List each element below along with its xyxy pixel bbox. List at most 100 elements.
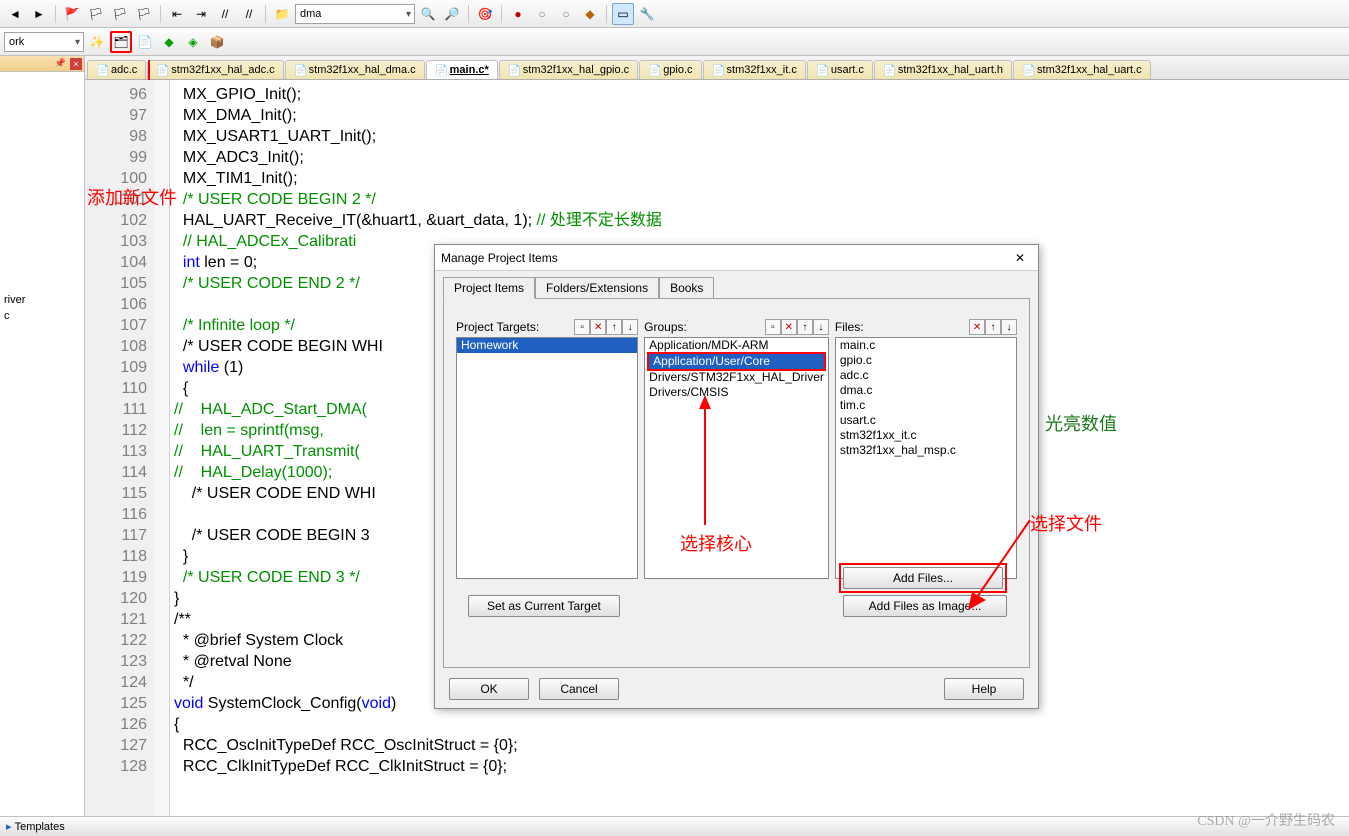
- set-current-target-button[interactable]: Set as Current Target: [468, 595, 620, 617]
- list-item[interactable]: dma.c: [836, 383, 1016, 398]
- list-item[interactable]: adc.c: [836, 368, 1016, 383]
- flag2-icon[interactable]: 🏳: [109, 3, 131, 25]
- annotation-light-value: 光亮数值: [1045, 410, 1117, 436]
- outdent-icon[interactable]: ⇥: [190, 3, 212, 25]
- list-item[interactable]: Drivers/STM32F1xx_HAL_Driver: [645, 370, 828, 385]
- debug-icon[interactable]: 🎯: [474, 3, 496, 25]
- list-item[interactable]: main.c: [836, 338, 1016, 353]
- tab-hal-gpio[interactable]: 📄stm32f1xx_hal_gpio.c: [499, 60, 638, 79]
- batch-icon[interactable]: ◈: [182, 31, 204, 53]
- tab-hal-uart-h[interactable]: 📄stm32f1xx_hal_uart.h: [874, 60, 1012, 79]
- manage-project-items-icon[interactable]: 🗂: [110, 31, 132, 53]
- bp-icon[interactable]: ●: [507, 3, 529, 25]
- dialog-tab-books[interactable]: Books: [659, 277, 714, 299]
- list-item[interactable]: gpio.c: [836, 353, 1016, 368]
- rebuild-icon[interactable]: ◆: [158, 31, 180, 53]
- dialog-tabs: Project Items Folders/Extensions Books: [435, 271, 1038, 299]
- tree-item[interactable]: c: [0, 308, 84, 324]
- project-sidebar: 📌 × river c: [0, 56, 85, 816]
- tab-gpio[interactable]: 📄gpio.c: [639, 60, 701, 79]
- del-group-icon[interactable]: ✕: [781, 319, 797, 335]
- tab-hal-uart-c[interactable]: 📄stm32f1xx_hal_uart.c: [1013, 60, 1151, 79]
- panel-files-label: Files:: [835, 320, 864, 334]
- help-button[interactable]: Help: [944, 678, 1024, 700]
- del-target-icon[interactable]: ✕: [590, 319, 606, 335]
- down-target-icon[interactable]: ↓: [622, 319, 638, 335]
- indent-icon[interactable]: ⇤: [166, 3, 188, 25]
- toolbar-build: ork ✨ 🗂 📄 ◆ ◈ 📦: [0, 28, 1349, 56]
- wand-icon[interactable]: ✨: [86, 31, 108, 53]
- tree-item[interactable]: river: [0, 292, 84, 308]
- build-icon[interactable]: 📄: [134, 31, 156, 53]
- panel-groups-label: Groups:: [644, 320, 687, 334]
- tab-hal-adc[interactable]: 📄stm32f1xx_hal_adc.c: [147, 60, 283, 79]
- find-icon[interactable]: 📁: [271, 3, 293, 25]
- list-item[interactable]: tim.c: [836, 398, 1016, 413]
- ok-button[interactable]: OK: [449, 678, 529, 700]
- annotation-add-file: 添加新文件: [87, 184, 177, 210]
- panel-files: Files: ✕ ↑ ↓ main.cgpio.cadc.cdma.ctim.c…: [835, 319, 1017, 579]
- uncomment-icon[interactable]: //: [238, 3, 260, 25]
- download-icon[interactable]: 📦: [206, 31, 228, 53]
- files-list[interactable]: main.cgpio.cadc.cdma.ctim.cusart.cstm32f…: [835, 337, 1017, 579]
- up-file-icon[interactable]: ↑: [985, 319, 1001, 335]
- dialog-title: Manage Project Items: [441, 251, 558, 265]
- tab-hal-dma[interactable]: 📄stm32f1xx_hal_dma.c: [285, 60, 425, 79]
- replace-icon[interactable]: 🔎: [441, 3, 463, 25]
- up-group-icon[interactable]: ↑: [797, 319, 813, 335]
- list-item[interactable]: Application/MDK-ARM: [645, 338, 828, 353]
- nav-back-icon[interactable]: ◄: [4, 3, 26, 25]
- dialog-titlebar: Manage Project Items ✕: [435, 245, 1038, 271]
- up-target-icon[interactable]: ↑: [606, 319, 622, 335]
- sidebar-close-icon[interactable]: ×: [70, 58, 82, 70]
- dialog-tab-folders[interactable]: Folders/Extensions: [535, 277, 659, 299]
- panel-targets: Project Targets: ▫ ✕ ↑ ↓ Homework: [456, 319, 638, 579]
- list-item[interactable]: Application/User/Core: [647, 352, 826, 371]
- watermark: CSDN @一介野生码农: [1197, 810, 1335, 830]
- list-item[interactable]: stm32f1xx_it.c: [836, 428, 1016, 443]
- bp4-icon[interactable]: ◆: [579, 3, 601, 25]
- sidebar-header: 📌 ×: [0, 56, 84, 72]
- findnext-icon[interactable]: 🔍: [417, 3, 439, 25]
- tab-main[interactable]: 📄main.c*: [426, 60, 498, 79]
- dialog-tab-project-items[interactable]: Project Items: [443, 277, 535, 299]
- list-item[interactable]: Homework: [457, 338, 637, 353]
- toolbar-primary: ◄ ► 🚩 🏳 🏳 🏳 ⇤ ⇥ // // 📁 dma 🔍 🔎 🎯 ● ○ ○ …: [0, 0, 1349, 28]
- bp3-icon[interactable]: ○: [555, 3, 577, 25]
- add-files-as-image-button[interactable]: Add Files as Image...: [843, 595, 1007, 617]
- bp2-icon[interactable]: ○: [531, 3, 553, 25]
- bookmark-icon[interactable]: 🚩: [61, 3, 83, 25]
- flag-icon[interactable]: 🏳: [85, 3, 107, 25]
- dialog-body: Project Targets: ▫ ✕ ↑ ↓ Homework Groups…: [443, 298, 1030, 668]
- new-group-icon[interactable]: ▫: [765, 319, 781, 335]
- new-target-icon[interactable]: ▫: [574, 319, 590, 335]
- search-combo[interactable]: dma: [295, 4, 415, 24]
- editor-tabs: 📄adc.c 📄stm32f1xx_hal_adc.c 📄stm32f1xx_h…: [85, 56, 1349, 80]
- tab-adc[interactable]: 📄adc.c: [87, 60, 146, 79]
- list-item[interactable]: stm32f1xx_hal_msp.c: [836, 443, 1016, 458]
- add-files-button[interactable]: Add Files...: [843, 567, 1003, 589]
- cancel-button[interactable]: Cancel: [539, 678, 619, 700]
- list-item[interactable]: Drivers/CMSIS: [645, 385, 828, 400]
- annotation-select-file: 选择文件: [1030, 510, 1102, 536]
- del-file-icon[interactable]: ✕: [969, 319, 985, 335]
- flag3-icon[interactable]: 🏳: [133, 3, 155, 25]
- panel-targets-label: Project Targets:: [456, 320, 539, 334]
- dialog-footer: OK Cancel Help: [449, 678, 1024, 700]
- target-combo[interactable]: ork: [4, 32, 84, 52]
- nav-fwd-icon[interactable]: ►: [28, 3, 50, 25]
- status-templates[interactable]: Templates: [15, 821, 65, 833]
- manage-project-dialog: Manage Project Items ✕ Project Items Fol…: [434, 244, 1039, 709]
- down-group-icon[interactable]: ↓: [813, 319, 829, 335]
- list-item[interactable]: usart.c: [836, 413, 1016, 428]
- dialog-close-icon[interactable]: ✕: [1008, 249, 1032, 267]
- status-bar: ▸ Templates: [0, 816, 1349, 836]
- tab-usart[interactable]: 📄usart.c: [807, 60, 873, 79]
- window-icon[interactable]: ▭: [612, 3, 634, 25]
- tab-it[interactable]: 📄stm32f1xx_it.c: [703, 60, 806, 79]
- targets-list[interactable]: Homework: [456, 337, 638, 579]
- annotation-select-core: 选择核心: [680, 530, 752, 556]
- down-file-icon[interactable]: ↓: [1001, 319, 1017, 335]
- comment-icon[interactable]: //: [214, 3, 236, 25]
- config-icon[interactable]: 🔧: [636, 3, 658, 25]
